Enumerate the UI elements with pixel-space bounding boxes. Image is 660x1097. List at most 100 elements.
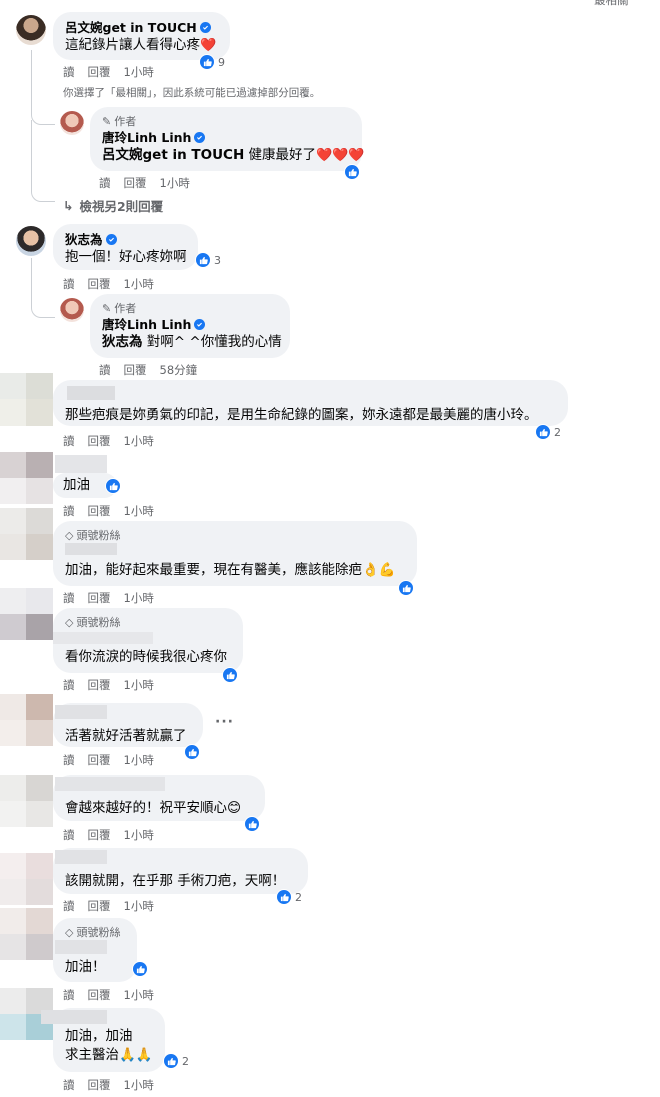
read-action[interactable]: 讀: [63, 64, 75, 80]
diamond-icon: ◇: [65, 529, 74, 542]
read-action[interactable]: 讀: [99, 175, 111, 191]
comment-time[interactable]: 1小時: [124, 433, 154, 449]
reaction-count[interactable]: [398, 580, 414, 596]
emoji: 👌💪: [362, 562, 396, 578]
comment-time[interactable]: 1小時: [124, 64, 154, 80]
reply-action[interactable]: 回覆: [88, 64, 111, 80]
reaction-count[interactable]: 3: [195, 252, 221, 268]
mention-link[interactable]: 呂文婉get in TOUCH: [102, 147, 244, 163]
reply-action[interactable]: 回覆: [88, 827, 111, 843]
pencil-icon: ✎: [102, 115, 112, 128]
comment-text: 這紀錄片讓人看得心疼❤️: [65, 37, 217, 53]
reaction-count[interactable]: 2: [535, 424, 561, 440]
comment-actions: 讀 回覆 1小時: [63, 433, 154, 449]
read-action[interactable]: 讀: [63, 752, 75, 768]
comment-time[interactable]: 1小時: [124, 987, 154, 1003]
like-reaction-icon: [132, 961, 148, 977]
comment-bubble: 呂文婉get in TOUCH 這紀錄片讓人看得心疼❤️: [53, 12, 230, 60]
read-action[interactable]: 讀: [63, 898, 75, 914]
comment-author[interactable]: 呂文婉get in TOUCH: [65, 19, 218, 36]
read-action[interactable]: 讀: [63, 276, 75, 292]
heart-emoji: ❤️❤️❤️: [316, 148, 365, 163]
comment-actions: 讀 回覆 1小時: [63, 898, 154, 914]
comment-time[interactable]: 1小時: [124, 827, 154, 843]
reaction-count[interactable]: 9: [199, 54, 225, 70]
top-cropped-filter-label[interactable]: 最相關: [594, 0, 629, 8]
avatar[interactable]: [60, 111, 84, 135]
reply-action[interactable]: 回覆: [88, 276, 111, 292]
comment-author[interactable]: 狄志為: [65, 231, 186, 248]
avatar[interactable]: [16, 15, 46, 45]
comment-bubble: 活著就好活著就贏了: [53, 703, 203, 747]
like-reaction-icon: [535, 424, 551, 440]
like-reaction-icon: [398, 580, 414, 596]
read-action[interactable]: 讀: [63, 590, 75, 606]
comment-text: 狄志為 對啊^ ^你懂我的心情: [102, 334, 282, 350]
comment-time[interactable]: 1小時: [124, 752, 154, 768]
reaction-count[interactable]: [184, 744, 200, 760]
comment-actions: 讀 回覆 1小時: [63, 1077, 154, 1093]
comment-bubble: 加油，加油 求主醫治🙏🙏: [41, 1008, 165, 1072]
reply-action[interactable]: 回覆: [88, 433, 111, 449]
read-action[interactable]: 讀: [63, 433, 75, 449]
like-reaction-icon: [199, 54, 215, 70]
pencil-icon: ✎: [102, 302, 112, 315]
comment-actions: 讀 回覆 1小時: [63, 987, 154, 1003]
reply-action[interactable]: 回覆: [88, 677, 111, 693]
like-reaction-icon: [244, 816, 260, 832]
comment-bubble: 狄志為 抱一個！好心疼妳啊: [53, 224, 198, 270]
comment-time[interactable]: 1小時: [124, 276, 154, 292]
comment-time[interactable]: 1小時: [124, 677, 154, 693]
reply-action[interactable]: 回覆: [88, 752, 111, 768]
read-action[interactable]: 讀: [63, 677, 75, 693]
comment-text: 加油: [63, 477, 90, 493]
reaction-count[interactable]: 2: [276, 889, 302, 905]
read-action[interactable]: 讀: [63, 987, 75, 1003]
reply-action[interactable]: 回覆: [124, 175, 147, 191]
reply-action[interactable]: 回覆: [124, 362, 147, 378]
read-action[interactable]: 讀: [63, 503, 75, 519]
pixelated-name: [67, 386, 115, 400]
reply-action[interactable]: 回覆: [88, 1077, 111, 1093]
more-options-icon[interactable]: ···: [215, 714, 234, 730]
reaction-count[interactable]: 2: [163, 1053, 189, 1069]
like-reaction-icon: [195, 252, 211, 268]
reaction-count[interactable]: [344, 164, 360, 180]
comment-author[interactable]: 唐玲Linh Linh: [102, 129, 350, 146]
comment-author[interactable]: 唐玲Linh Linh: [102, 316, 278, 333]
reply-action[interactable]: 回覆: [88, 898, 111, 914]
comment-time[interactable]: 1小時: [124, 1077, 154, 1093]
pixelated-name: [55, 455, 107, 473]
avatar[interactable]: [60, 298, 84, 322]
avatar[interactable]: [16, 226, 46, 256]
comment-time[interactable]: 1小時: [124, 503, 154, 519]
comment-time[interactable]: 1小時: [124, 898, 154, 914]
comment-bubble: 會越來越好的！祝平安順心😊: [53, 775, 265, 821]
comment-text-line-2: 求主醫治🙏🙏: [65, 1047, 153, 1063]
read-action[interactable]: 讀: [63, 1077, 75, 1093]
mention-link[interactable]: 狄志為: [102, 334, 143, 350]
thread-line: [31, 258, 55, 318]
comment-time[interactable]: 1小時: [124, 590, 154, 606]
reaction-count[interactable]: [244, 816, 260, 832]
reaction-count[interactable]: [105, 478, 121, 494]
view-more-replies-link[interactable]: ↳ 檢視另2則回覆: [63, 196, 163, 215]
read-action[interactable]: 讀: [63, 827, 75, 843]
reaction-count[interactable]: [222, 667, 238, 683]
like-reaction-icon: [184, 744, 200, 760]
like-reaction-icon: [344, 164, 360, 180]
read-action[interactable]: 讀: [99, 362, 111, 378]
reply-action[interactable]: 回覆: [88, 590, 111, 606]
filter-notice: 你選擇了「最相關」，因此系統可能已過濾掉部分回覆。: [63, 87, 321, 99]
emoji: 🙏🙏: [119, 1047, 153, 1063]
reaction-count[interactable]: [132, 961, 148, 977]
reply-action[interactable]: 回覆: [88, 503, 111, 519]
reply-action[interactable]: 回覆: [88, 987, 111, 1003]
comment-time[interactable]: 58分鐘: [160, 362, 198, 378]
comment-text: 看你流淚的時候我很心疼你: [65, 649, 227, 665]
comment-text: 該開就開，在乎那 手術刀疤，天啊！: [65, 873, 286, 889]
comment-actions: 讀 回覆 1小時: [99, 175, 190, 191]
comment-text: 抱一個！好心疼妳啊: [65, 249, 187, 265]
author-badge: ✎ 作者: [102, 302, 137, 315]
comment-time[interactable]: 1小時: [160, 175, 190, 191]
